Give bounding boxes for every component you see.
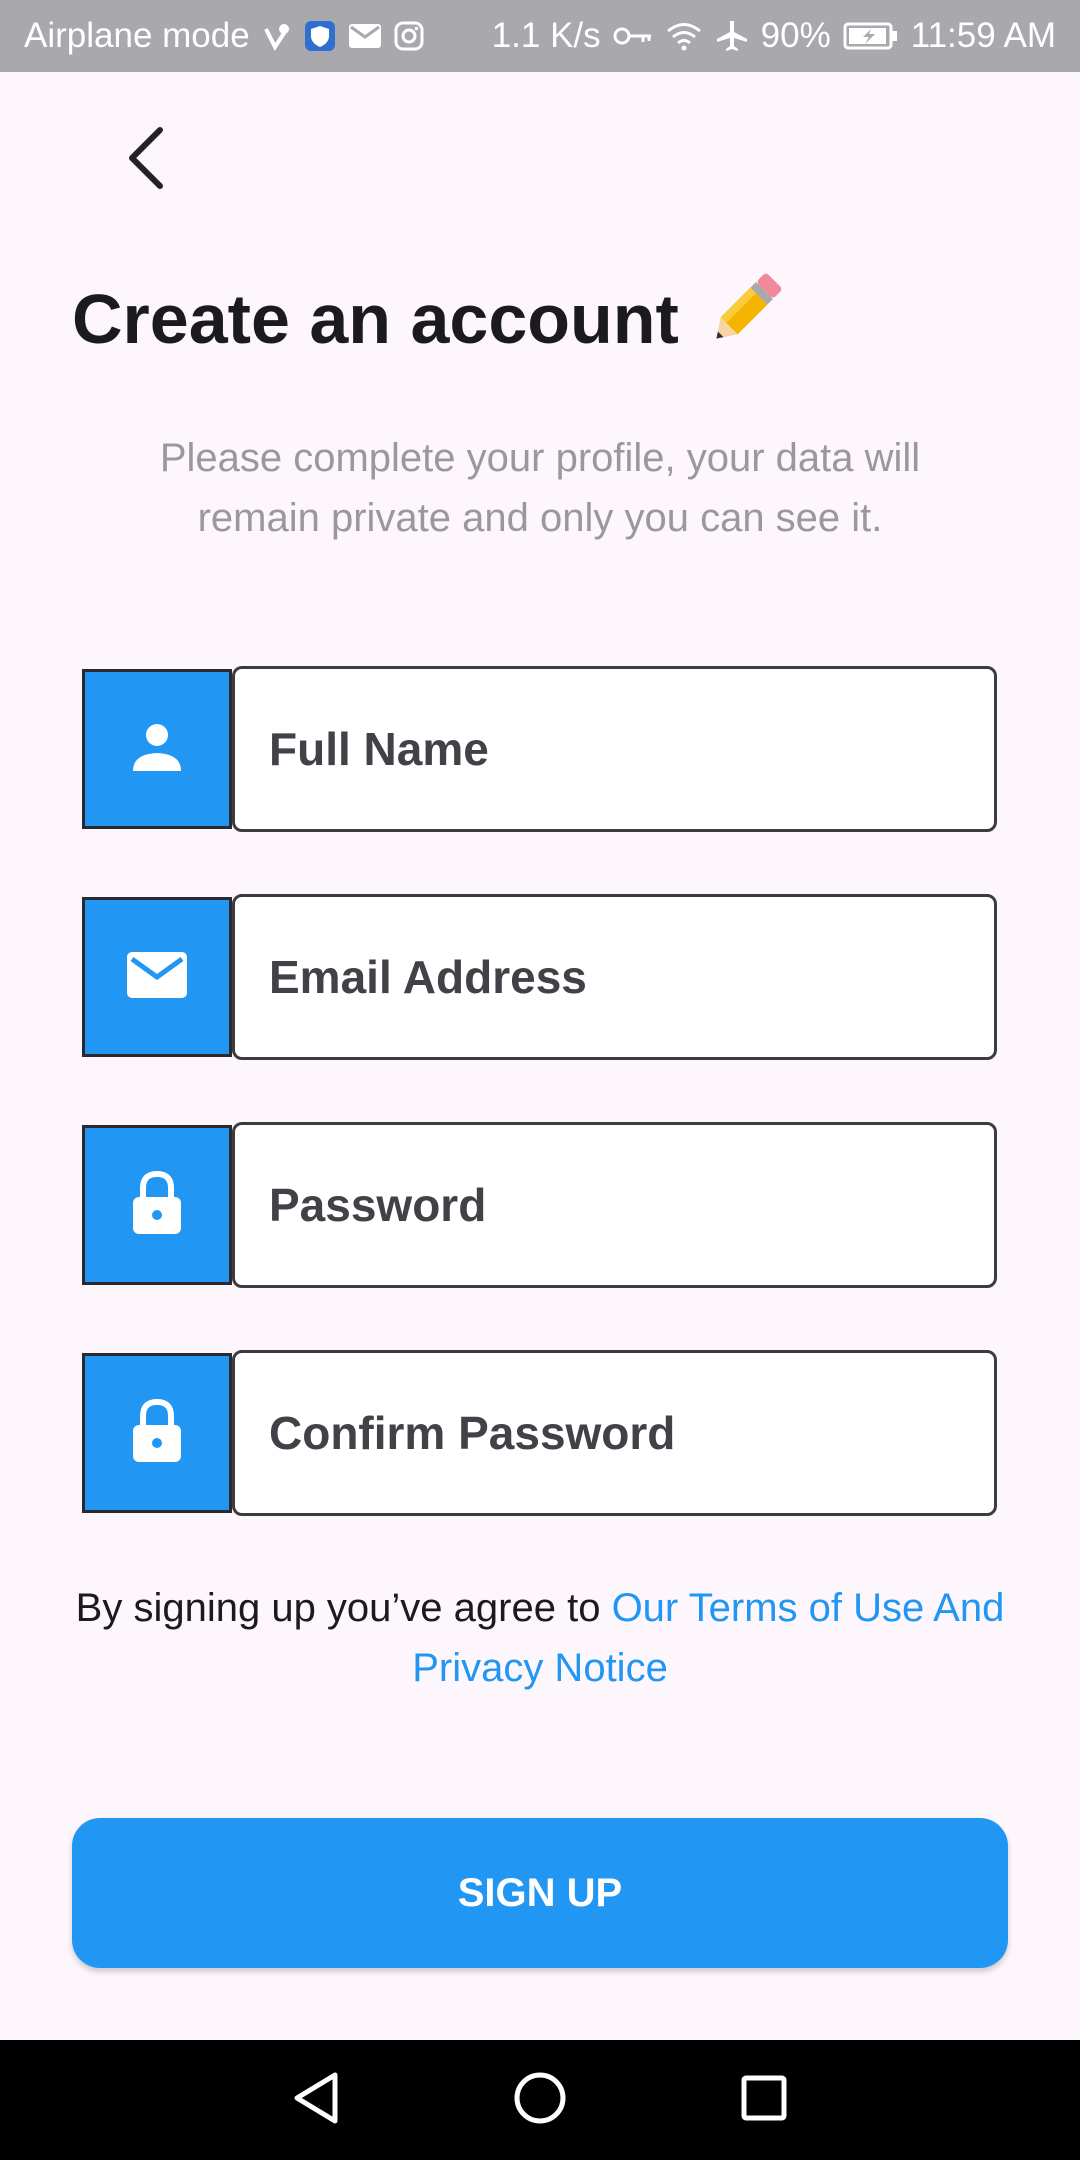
password-input[interactable]: Password xyxy=(232,1122,997,1288)
instagram-icon xyxy=(394,21,424,51)
confirm-password-input[interactable]: Confirm Password xyxy=(232,1350,997,1516)
lock-icon xyxy=(131,1398,183,1469)
back-button[interactable] xyxy=(108,122,184,198)
terms-text: By signing up you’ve agree to Our Terms … xyxy=(70,1578,1010,1698)
email-icon-box xyxy=(82,897,232,1057)
confirm-password-icon-box xyxy=(82,1353,232,1513)
lock-icon xyxy=(131,1170,183,1241)
nav-back-button[interactable] xyxy=(284,2068,348,2132)
mail-icon xyxy=(126,950,188,1005)
password-icon-box xyxy=(82,1125,232,1285)
battery-percent: 90% xyxy=(760,16,831,55)
battery-icon xyxy=(843,21,899,51)
recents-square-icon xyxy=(740,2074,788,2127)
back-arrow-icon xyxy=(124,126,168,195)
person-icon xyxy=(130,720,184,779)
confirm-password-row: Confirm Password xyxy=(82,1350,997,1516)
airplane-icon xyxy=(715,19,749,53)
full-name-row: Full Name xyxy=(82,666,997,832)
check-heart-icon xyxy=(262,21,292,51)
nav-home-button[interactable] xyxy=(508,2068,572,2132)
pencil-icon xyxy=(701,268,787,370)
back-triangle-icon xyxy=(291,2071,341,2130)
wifi-icon xyxy=(665,21,703,51)
airplane-mode-label: Airplane mode xyxy=(24,16,250,55)
navigation-bar xyxy=(0,2040,1080,2160)
signup-button[interactable]: SIGN UP xyxy=(72,1818,1008,1968)
page-title-text: Create an account xyxy=(72,280,679,358)
key-icon xyxy=(613,24,653,48)
full-name-input[interactable]: Full Name xyxy=(232,666,997,832)
password-row: Password xyxy=(82,1122,997,1288)
status-bar-right: 1.1 K/s 90% 11:59 AM xyxy=(492,16,1056,56)
clock: 11:59 AM xyxy=(910,16,1056,55)
terms-prefix: By signing up you’ve agree to xyxy=(75,1586,612,1630)
status-bar: Airplane mode 1.1 K/s 90% 11:59 AM xyxy=(0,0,1080,72)
home-circle-icon xyxy=(513,2071,567,2130)
full-name-icon-box xyxy=(82,669,232,829)
status-bar-left: Airplane mode xyxy=(24,16,424,56)
email-input[interactable]: Email Address xyxy=(232,894,997,1060)
page-title: Create an account xyxy=(72,268,787,370)
mail-icon xyxy=(348,22,382,50)
subtitle: Please complete your profile, your data … xyxy=(159,436,921,540)
network-speed: 1.1 K/s xyxy=(491,16,601,55)
email-row: Email Address xyxy=(82,894,997,1060)
shield-icon xyxy=(304,20,336,52)
nav-recents-button[interactable] xyxy=(732,2068,796,2132)
